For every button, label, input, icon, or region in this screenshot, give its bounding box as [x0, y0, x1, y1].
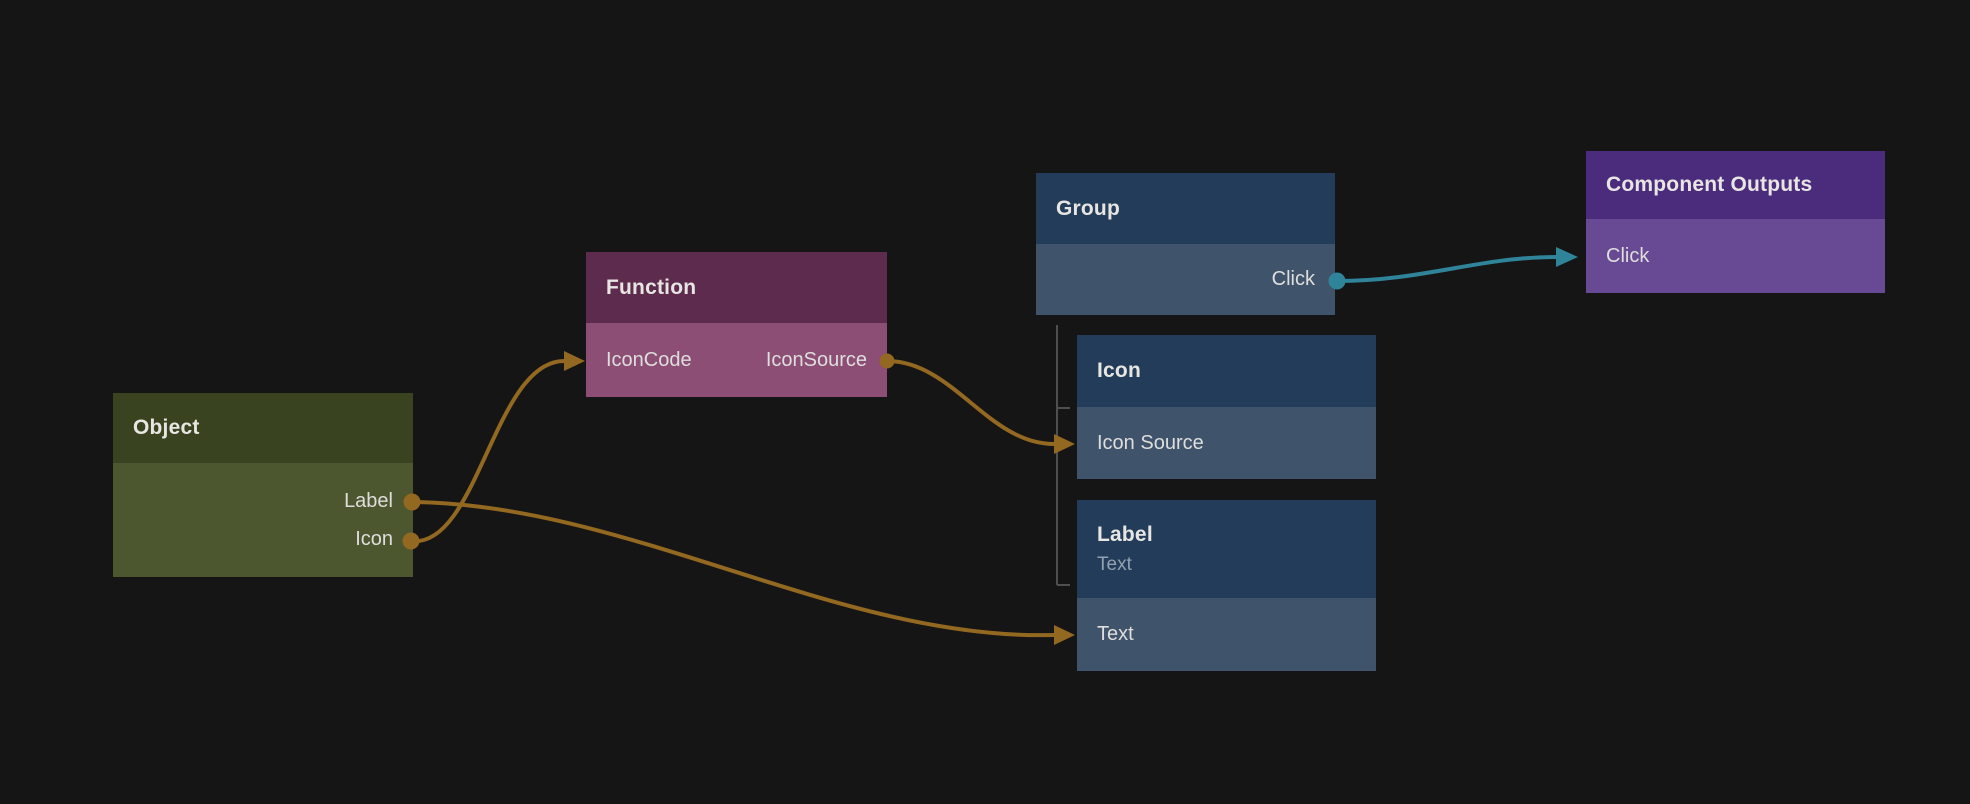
node-label-header[interactable]: Label Text [1077, 500, 1376, 598]
node-object-header[interactable]: Object [113, 393, 413, 463]
node-object-title: Object [133, 416, 413, 440]
port-function-iconsource[interactable]: IconSource [766, 349, 867, 372]
port-group-click-text: Click [1272, 268, 1315, 291]
node-graph-canvas[interactable]: Object Label Icon Function IconCode Icon… [0, 0, 1970, 804]
port-outputs-click-text: Click [1606, 245, 1649, 268]
node-group-body: Click [1036, 244, 1335, 315]
node-label-subtitle: Text [1097, 554, 1376, 576]
port-icon-iconsource-text: Icon Source [1097, 432, 1204, 455]
edge-object-icon-to-function-iconcode[interactable] [411, 361, 564, 541]
arrowhead-outputs-click [1556, 247, 1578, 267]
node-group-title: Group [1056, 197, 1335, 221]
port-label-text[interactable]: Text [1077, 598, 1376, 671]
node-icon[interactable]: Icon Icon Source [1077, 335, 1376, 479]
node-object[interactable]: Object Label Icon [113, 393, 413, 577]
node-function-body: IconCode IconSource [586, 323, 887, 397]
arrowhead-icon-iconsource [1054, 434, 1075, 454]
node-icon-body: Icon Source [1077, 407, 1376, 479]
port-group-click[interactable]: Click [1036, 244, 1335, 315]
node-component-outputs-header[interactable]: Component Outputs [1586, 151, 1885, 219]
node-group-header[interactable]: Group [1036, 173, 1335, 244]
node-icon-header[interactable]: Icon [1077, 335, 1376, 407]
node-function[interactable]: Function IconCode IconSource [586, 252, 887, 397]
port-outputs-click[interactable]: Click [1586, 219, 1885, 293]
port-object-icon[interactable]: Icon [113, 520, 413, 558]
node-label-title: Label [1097, 523, 1376, 547]
port-icon-iconsource[interactable]: Icon Source [1077, 407, 1376, 479]
port-object-label-text: Label [344, 490, 393, 513]
port-object-label[interactable]: Label [113, 482, 413, 520]
node-label-body: Text [1077, 598, 1376, 671]
node-function-header[interactable]: Function [586, 252, 887, 323]
node-component-outputs-title: Component Outputs [1606, 173, 1885, 197]
edge-object-label-to-label-text[interactable] [412, 502, 1054, 635]
port-label-text-label: Text [1097, 623, 1134, 646]
node-function-title: Function [606, 276, 887, 300]
node-object-body: Label Icon [113, 463, 413, 577]
node-component-outputs-body: Click [1586, 219, 1885, 293]
group-children-tree-line [1057, 325, 1070, 585]
port-object-icon-text: Icon [355, 528, 393, 551]
node-component-outputs[interactable]: Component Outputs Click [1586, 151, 1885, 293]
edge-group-click-to-outputs-click[interactable] [1337, 257, 1556, 281]
node-label[interactable]: Label Text Text [1077, 500, 1376, 671]
arrowhead-label-text [1054, 625, 1075, 645]
edge-function-iconsource-to-icon-iconsource[interactable] [887, 361, 1054, 444]
port-row-function: IconCode IconSource [586, 323, 887, 397]
node-group[interactable]: Group Click [1036, 173, 1335, 315]
node-icon-title: Icon [1097, 359, 1376, 383]
port-function-iconcode[interactable]: IconCode [606, 349, 692, 372]
arrowhead-function-iconcode [564, 351, 585, 371]
